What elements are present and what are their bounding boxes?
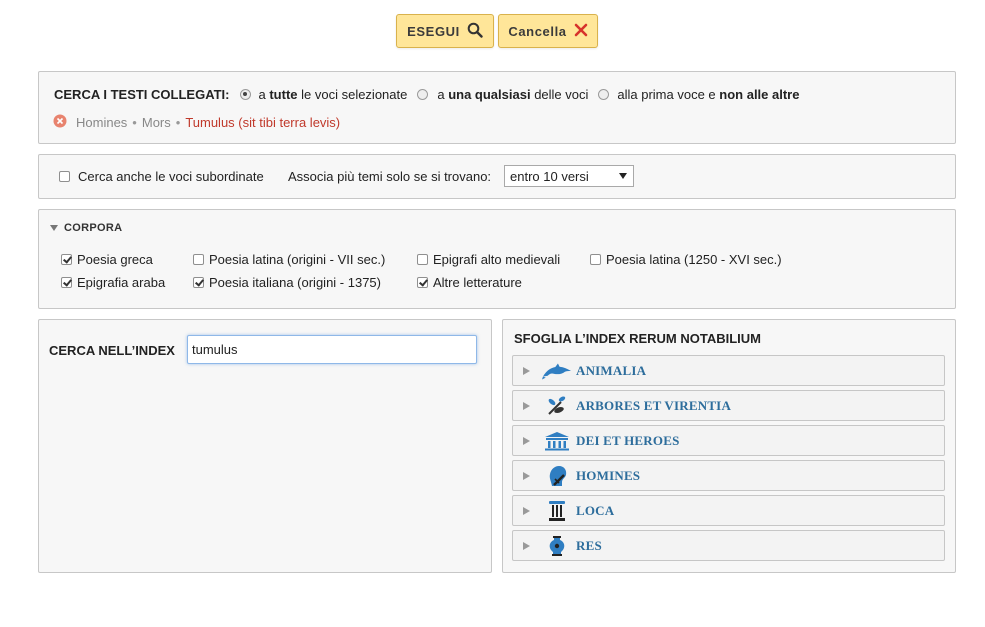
temple-icon xyxy=(542,430,572,452)
corpus-checkbox[interactable] xyxy=(61,276,72,288)
linked-options-row: CERCA I TESTI COLLEGATI: a tutte le voci… xyxy=(54,85,799,103)
index-search-input[interactable] xyxy=(187,335,477,364)
corpora-heading: CORPORA xyxy=(64,222,123,234)
index-browse-heading-row: SFOGLIA L’INDEX RERUM NOTABILIUM xyxy=(514,329,761,347)
run-button[interactable]: ESEGUI xyxy=(396,14,494,48)
linked-texts-panel xyxy=(38,71,956,144)
index-item-animalia[interactable]: ANIMALIA xyxy=(512,355,945,386)
radio-any-label: a una qualsiasi delle voci xyxy=(437,86,589,102)
corpus-item[interactable]: Poesia greca xyxy=(61,250,153,268)
corpus-label: Poesia greca xyxy=(77,251,153,267)
radio-first-only[interactable] xyxy=(598,88,610,100)
corpus-checkbox[interactable] xyxy=(417,253,428,265)
close-icon xyxy=(574,23,588,40)
index-item-label: RES xyxy=(576,537,602,553)
index-item-label: LOCA xyxy=(576,502,615,518)
cancel-button[interactable]: Cancella xyxy=(498,14,598,48)
expand-arrow-icon xyxy=(523,541,530,550)
corpus-label: Epigrafi alto medievali xyxy=(433,251,561,267)
index-search-label: CERCA NELL’INDEX xyxy=(49,342,175,358)
corpus-item[interactable]: Poesia latina (1250 - XVI sec.) xyxy=(590,250,782,268)
dropdown-arrow-icon xyxy=(619,173,627,179)
corpus-label: Poesia latina (1250 - XVI sec.) xyxy=(606,251,782,267)
collapse-triangle-icon xyxy=(50,225,58,231)
subordinate-checkbox[interactable] xyxy=(59,170,70,182)
corpus-checkbox[interactable] xyxy=(61,253,72,265)
index-search-label-row: CERCA NELL’INDEX xyxy=(49,341,175,359)
corpus-item[interactable]: Poesia latina (origini - VII sec.) xyxy=(193,250,385,268)
corpus-checkbox[interactable] xyxy=(417,276,428,288)
cancel-button-label: Cancella xyxy=(508,23,567,39)
index-item-label: HOMINES xyxy=(576,467,641,483)
subordinate-option: Cerca anche le voci subordinate xyxy=(59,167,264,185)
index-item-label: DEI ET HEROES xyxy=(576,432,680,448)
associate-label-row: Associa più temi solo se si trovano: xyxy=(288,167,491,185)
radio-all-label: a tutte le voci selezionate xyxy=(258,86,408,102)
plant-icon xyxy=(542,395,572,417)
expand-arrow-icon xyxy=(523,401,530,410)
corpus-label: Poesia italiana (origini - 1375) xyxy=(209,274,381,290)
expand-arrow-icon xyxy=(523,471,530,480)
dolphin-icon xyxy=(542,360,572,382)
path-current[interactable]: Tumulus (sit tibi terra levis) xyxy=(185,115,340,130)
selected-path: Homines • Mors • Tumulus (sit tibi terra… xyxy=(53,113,340,131)
corpus-checkbox[interactable] xyxy=(193,276,204,288)
index-item-res[interactable]: RES xyxy=(512,530,945,561)
corpus-label: Poesia latina (origini - VII sec.) xyxy=(209,251,386,267)
index-browse-heading: SFOGLIA L’INDEX RERUM NOTABILIUM xyxy=(514,330,761,346)
corpus-item[interactable]: Epigrafi alto medievali xyxy=(417,250,560,268)
index-item-label: ARBORES ET VIRENTIA xyxy=(576,397,732,413)
path-item-homines[interactable]: Homines xyxy=(76,115,127,130)
remove-path-icon[interactable] xyxy=(53,114,67,131)
path-item-mors[interactable]: Mors xyxy=(142,115,171,130)
index-item-label: ANIMALIA xyxy=(576,362,647,378)
index-item-dei[interactable]: DEI ET HEROES xyxy=(512,425,945,456)
corpus-label: Epigrafia araba xyxy=(77,274,166,290)
index-item-loca[interactable]: LOCA xyxy=(512,495,945,526)
corpus-item[interactable]: Altre letterature xyxy=(417,273,522,291)
radio-first-only-label: alla prima voce e non alle altre xyxy=(617,86,800,102)
corpus-checkbox[interactable] xyxy=(193,253,204,265)
corpus-checkbox[interactable] xyxy=(590,253,601,265)
expand-arrow-icon xyxy=(523,436,530,445)
run-button-label: ESEGUI xyxy=(407,23,460,39)
range-select-value: entro 10 versi xyxy=(510,168,589,184)
linked-heading: CERCA I TESTI COLLEGATI: xyxy=(54,86,230,102)
path-separator: • xyxy=(132,114,137,130)
subordinate-label: Cerca anche le voci subordinate xyxy=(78,168,264,184)
radio-any[interactable] xyxy=(417,88,429,100)
path-separator: • xyxy=(175,114,181,130)
corpus-item[interactable]: Epigrafia araba xyxy=(61,273,165,291)
expand-arrow-icon xyxy=(523,366,530,375)
corpora-toggle[interactable]: CORPORA xyxy=(50,221,122,235)
radio-all[interactable] xyxy=(239,88,251,100)
vase-icon xyxy=(542,535,572,557)
search-icon xyxy=(467,22,483,41)
associate-label: Associa più temi solo se si trovano: xyxy=(288,168,492,184)
human-head-icon xyxy=(542,465,572,487)
corpus-label: Altre letterature xyxy=(433,274,522,290)
range-select[interactable]: entro 10 versi xyxy=(504,165,634,187)
expand-arrow-icon xyxy=(523,506,530,515)
column-icon xyxy=(542,500,572,522)
index-item-homines[interactable]: HOMINES xyxy=(512,460,945,491)
index-item-arbores[interactable]: ARBORES ET VIRENTIA xyxy=(512,390,945,421)
corpus-item[interactable]: Poesia italiana (origini - 1375) xyxy=(193,273,381,291)
